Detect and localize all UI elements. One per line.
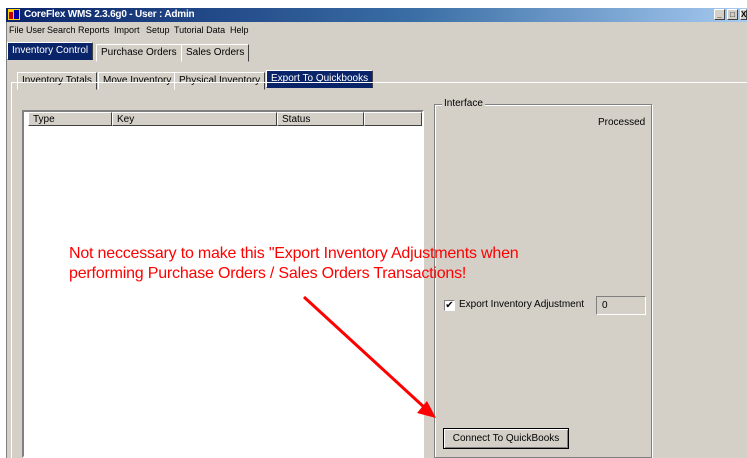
export-adjustment-count: 0: [596, 296, 646, 315]
menu-help[interactable]: Help: [230, 24, 249, 37]
connect-to-quickbooks-button[interactable]: Connect To QuickBooks: [443, 428, 569, 449]
column-header-blank[interactable]: [364, 112, 422, 126]
menu-bar: File User Search Reports Import Setup Tu…: [7, 22, 747, 40]
menu-search[interactable]: Search: [47, 24, 76, 37]
annotation-note: Not neccessary to make this "Export Inve…: [69, 245, 519, 282]
interface-legend: Interface: [442, 98, 485, 109]
app-logo-icon: [8, 9, 20, 20]
tab-inventory-control[interactable]: Inventory Control: [7, 42, 94, 60]
menu-import[interactable]: Import: [114, 24, 140, 37]
menu-tutorial-data[interactable]: Tutorial Data: [174, 24, 225, 37]
column-header-type[interactable]: Type: [28, 112, 112, 126]
processed-label: Processed: [598, 117, 646, 128]
export-adjustment-label[interactable]: Export Inventory Adjustment: [459, 299, 584, 310]
menu-setup[interactable]: Setup: [146, 24, 170, 37]
column-header-key[interactable]: Key: [112, 112, 277, 126]
tab-purchase-orders[interactable]: Purchase Orders: [96, 44, 182, 62]
tab-sales-orders[interactable]: Sales Orders: [181, 44, 250, 62]
export-adjustment-checkbox[interactable]: ✔: [444, 300, 455, 311]
column-header-status[interactable]: Status: [277, 112, 364, 126]
minimize-button[interactable]: _: [714, 9, 725, 20]
maximize-button[interactable]: □: [727, 9, 738, 20]
menu-file[interactable]: File: [9, 24, 24, 37]
close-button[interactable]: X: [740, 9, 747, 20]
window-title-bar[interactable]: CoreFlex WMS 2.3.6g0 - User : Admin _ □ …: [6, 8, 747, 22]
menu-reports[interactable]: Reports: [78, 24, 110, 37]
window-title: CoreFlex WMS 2.3.6g0 - User : Admin: [24, 9, 195, 20]
export-list-view[interactable]: Type Key Status: [22, 110, 424, 458]
menu-user[interactable]: User: [26, 24, 45, 37]
